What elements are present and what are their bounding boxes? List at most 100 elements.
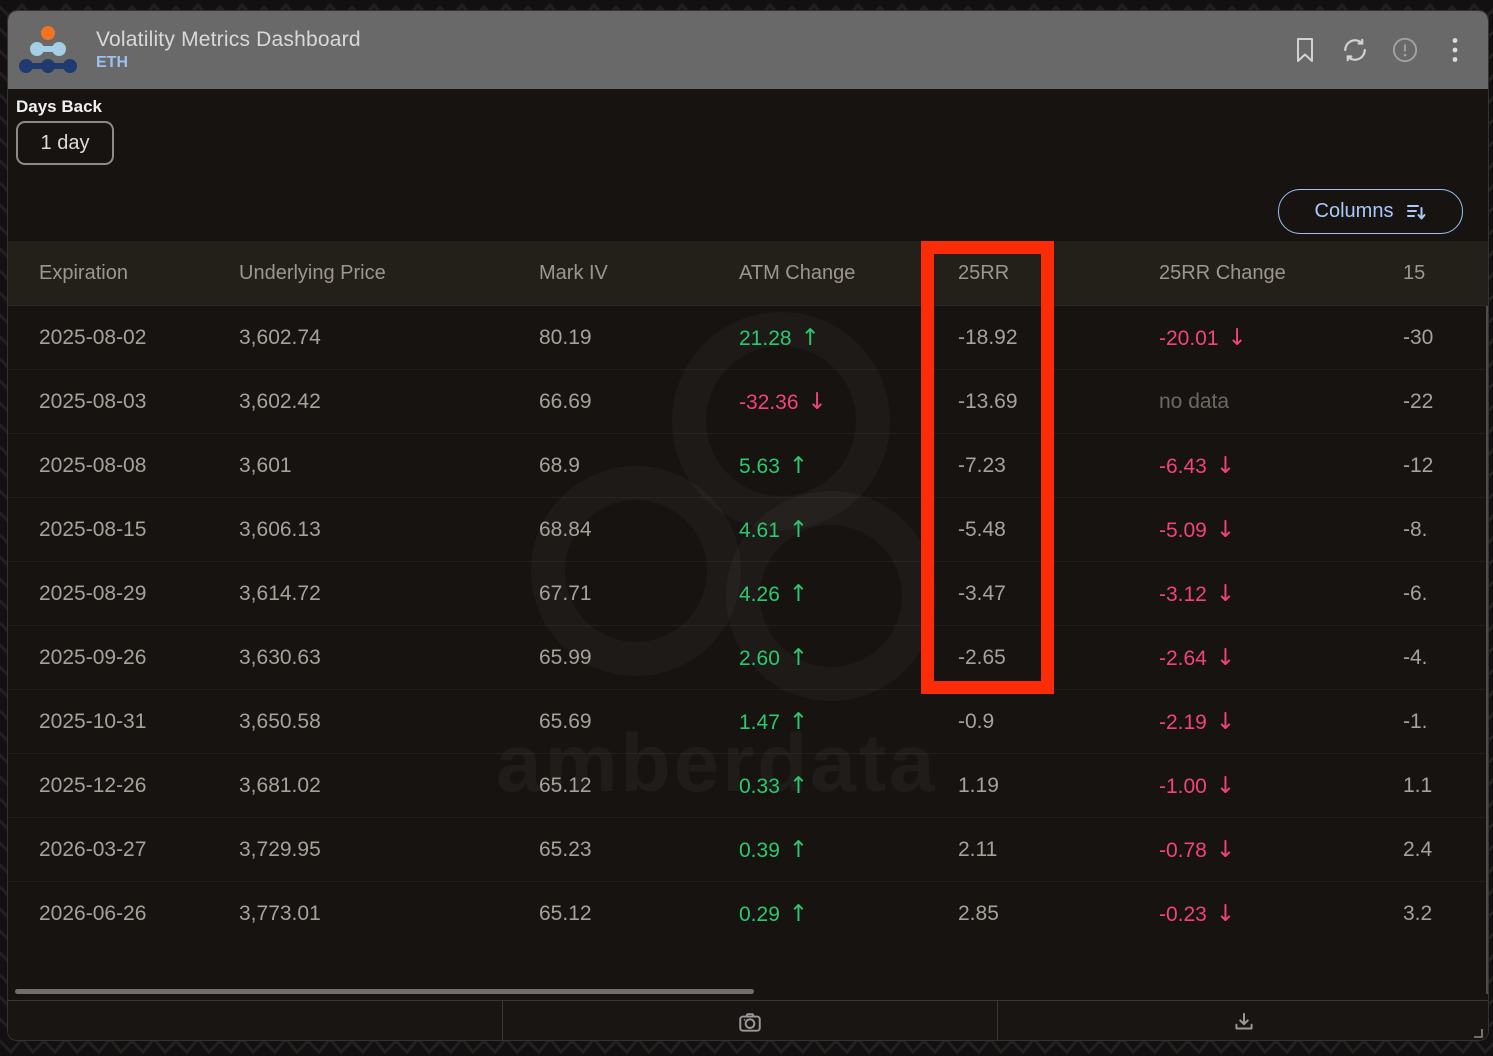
table-row: 2025-09-26 3,630.63 65.99 2.60 ↑ -2.65 -2… [8,626,1488,690]
cell-25rr-change: no data [1159,389,1230,413]
up-arrow-icon: ↑ [800,324,820,351]
cell-25rr: 1.19 [958,773,999,797]
cell-atm-change: 0.39 ↑ [739,836,809,863]
cell-25rr-change: -2.64 ↓ [1159,644,1236,671]
cell-25rr: -0.9 [958,709,995,733]
down-arrow-icon: ↓ [807,388,827,415]
cell-mark-iv: 66.69 [539,389,592,413]
columns-button[interactable]: Columns [1278,189,1463,234]
cell-expiration: 2025-08-08 [39,453,147,477]
table-row: 2025-08-02 3,602.74 80.19 21.28 ↑ -18.92 … [8,306,1488,370]
cell-underlying-price: 3,614.72 [239,581,321,605]
camera-icon[interactable] [737,1009,763,1035]
vertical-scrollbar[interactable] [1486,306,1488,994]
dashboard-card: Volatility Metrics Dashboard ETH Days Ba… [7,10,1489,1041]
download-icon[interactable] [1231,1009,1257,1035]
down-arrow-icon: ↓ [1215,516,1236,543]
cell-mark-iv: 68.9 [539,453,580,477]
cell-clipped: -1. [1403,709,1428,733]
up-arrow-icon: ↑ [788,836,809,863]
refresh-icon[interactable] [1342,37,1368,63]
cell-25rr-change: -2.19 ↓ [1159,708,1236,735]
more-menu-icon[interactable] [1442,37,1468,63]
alert-icon[interactable] [1392,37,1418,63]
table-body: 2025-08-02 3,602.74 80.19 21.28 ↑ -18.92 … [8,306,1488,946]
cell-atm-change: 0.29 ↑ [739,901,809,927]
cell-expiration: 2025-12-26 [39,773,147,797]
horizontal-scrollbar[interactable] [15,989,754,994]
down-arrow-icon: ↓ [1227,324,1247,351]
title-bar: Volatility Metrics Dashboard ETH [8,11,1488,89]
cell-atm-change: 4.26 ↑ [739,580,809,607]
days-back-button[interactable]: 1 day [16,121,114,165]
column-header-25rr[interactable]: 25RR [958,262,1159,285]
cell-clipped: -6. [1403,581,1428,605]
table-row: 2026-06-26 3,773.01 65.12 0.29 ↑ 2.85 -0.… [8,882,1488,946]
cell-clipped: -12 [1403,453,1434,477]
cell-expiration: 2026-03-27 [39,837,147,861]
cell-25rr: -5.48 [958,517,1006,541]
cell-clipped: -30 [1403,325,1434,349]
cell-clipped: -22 [1403,389,1434,413]
cell-mark-iv: 65.23 [539,837,592,861]
cell-underlying-price: 3,602.74 [239,325,321,349]
column-header-clipped[interactable]: 15 [1403,262,1488,285]
cell-clipped: 2.4 [1403,837,1433,861]
sort-columns-icon [1407,204,1426,219]
cell-25rr-change: -5.09 ↓ [1159,516,1236,543]
column-header-mark-iv[interactable]: Mark IV [539,262,739,285]
column-header-atm-change[interactable]: ATM Change [739,262,958,285]
cell-atm-change: -32.36 ↓ [739,388,827,415]
cell-underlying-price: 3,681.02 [239,773,321,797]
table-header: Expiration Underlying Price Mark IV ATM … [8,241,1488,306]
table-row: 2025-10-31 3,650.58 65.69 1.47 ↑ -0.9 -2.… [8,690,1488,754]
cell-underlying-price: 3,601 [239,453,292,477]
screen: Volatility Metrics Dashboard ETH Days Ba… [0,0,1493,1056]
cell-atm-change: 5.63 ↑ [739,452,809,479]
cell-25rr-change: -0.23 ↓ [1159,901,1236,927]
down-arrow-icon: ↓ [1215,836,1236,863]
cell-25rr: -3.47 [958,581,1006,605]
table-row: 2025-08-08 3,601 68.9 5.63 ↑ -7.23 -6.43 ↓… [8,434,1488,498]
days-back-value: 1 day [40,131,90,154]
cell-underlying-price: 3,602.42 [239,389,321,413]
table-row: 2025-08-15 3,606.13 68.84 4.61 ↑ -5.48 -5… [8,498,1488,562]
up-arrow-icon: ↑ [788,772,809,799]
toolbar-section-middle [503,1001,998,1040]
cell-expiration: 2025-10-31 [39,709,147,733]
down-arrow-icon: ↓ [1215,644,1236,671]
cell-mark-iv: 65.99 [539,645,592,669]
up-arrow-icon: ↑ [788,580,809,607]
up-arrow-icon: ↑ [788,452,809,479]
table-row: 2026-03-27 3,729.95 65.23 0.39 ↑ 2.11 -0.… [8,818,1488,882]
down-arrow-icon: ↓ [1215,772,1236,799]
cell-expiration: 2025-08-15 [39,517,147,541]
cell-mark-iv: 68.84 [539,517,592,541]
cell-underlying-price: 3,773.01 [239,902,321,925]
cell-underlying-price: 3,630.63 [239,645,321,669]
cell-expiration: 2025-08-03 [39,389,147,413]
up-arrow-icon: ↑ [788,644,809,671]
down-arrow-icon: ↓ [1215,580,1236,607]
resize-handle-icon[interactable] [1470,1025,1484,1039]
bookmark-icon[interactable] [1292,37,1318,63]
cell-mark-iv: 65.12 [539,773,592,797]
cell-mark-iv: 67.71 [539,581,592,605]
down-arrow-icon: ↓ [1215,708,1236,735]
cell-atm-change: 2.60 ↑ [739,644,809,671]
column-header-underlying-price[interactable]: Underlying Price [239,262,539,285]
cell-clipped: 1.1 [1403,773,1433,797]
table-row: 2025-08-03 3,602.42 66.69 -32.36 ↓ -13.69… [8,370,1488,434]
table-row: 2025-08-29 3,614.72 67.71 4.26 ↑ -3.47 -3… [8,562,1488,626]
column-header-expiration[interactable]: Expiration [39,262,239,285]
cell-underlying-price: 3,650.58 [239,709,321,733]
toolbar-section-left [8,1001,503,1040]
cell-25rr-change: -0.78 ↓ [1159,836,1236,863]
cell-expiration: 2025-09-26 [39,645,147,669]
down-arrow-icon: ↓ [1215,901,1236,927]
cell-mark-iv: 80.19 [539,325,592,349]
column-header-25rr-change[interactable]: 25RR Change [1159,262,1403,285]
cell-mark-iv: 65.69 [539,709,592,733]
cell-25rr: -18.92 [958,325,1018,349]
cell-25rr: -2.65 [958,645,1006,669]
